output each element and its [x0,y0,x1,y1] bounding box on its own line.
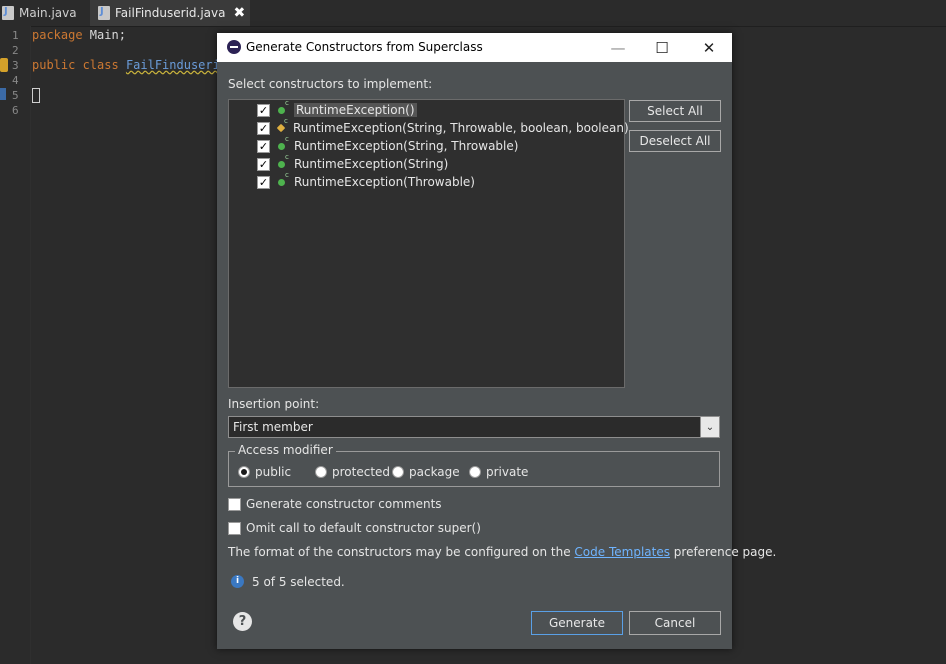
tab-label: Main.java [19,6,77,20]
info-icon: i [231,575,244,588]
constructor-item[interactable]: ✓ RuntimeException() [257,99,417,119]
java-file-icon [98,6,110,20]
code-keyword: public class [32,58,119,72]
insertion-point-label: Insertion point: [228,397,320,411]
generate-constructors-dialog: Generate Constructors from Superclass — … [217,33,776,649]
code-templates-link[interactable]: Code Templates [574,545,670,559]
radio-button[interactable] [469,466,481,478]
line-number: 5 [12,89,19,102]
constructor-overlay-icon [284,171,290,183]
class-name: FailFinduseri [125,58,220,72]
text-caret [32,88,40,103]
selection-marker [0,88,6,100]
radio-package[interactable]: package [392,465,460,479]
constructor-checkbox[interactable]: ✓ [257,139,270,153]
constructor-checkbox[interactable]: ✓ [257,157,270,171]
tab-main-java[interactable]: Main.java [0,0,92,26]
code-line[interactable]: public class FailFinduseri [32,58,220,73]
constructor-overlay-icon [284,153,290,165]
constructor-item[interactable]: ✓ RuntimeException(String, Throwable) [257,135,519,155]
line-number: 6 [12,104,19,117]
line-number: 4 [12,74,19,87]
code-line[interactable]: package Main; [32,28,126,43]
constructor-label: RuntimeException(String, Throwable) [294,139,519,153]
eclipse-icon [227,40,241,54]
deselect-all-button[interactable]: Deselect All [629,130,721,152]
constructor-overlay-icon [283,117,289,129]
radio-public[interactable]: public [238,465,291,479]
format-text: The format of the constructors may be co… [228,545,575,559]
radio-label: package [409,465,460,479]
code-line[interactable] [32,88,40,103]
dialog-titlebar: Generate Constructors from Superclass — … [217,33,732,62]
code-keyword: package [32,28,83,42]
close-button[interactable]: ✕ [686,33,732,62]
checkbox-box[interactable] [228,497,241,511]
minimize-button[interactable]: — [595,33,641,62]
maximize-button[interactable]: ☐ [639,33,685,62]
constructor-list[interactable]: ✓ RuntimeException() ✓ RuntimeException(… [228,99,629,388]
radio-label: private [486,465,529,479]
generate-button[interactable]: Generate [531,611,623,635]
dialog-title: Generate Constructors from Superclass [246,40,483,54]
help-icon[interactable]: ? [233,612,252,631]
constructor-label: RuntimeException(String, Throwable, bool… [293,121,629,135]
radio-label: public [255,465,292,479]
generate-comments-checkbox[interactable]: Generate constructor comments [228,497,442,511]
constructor-checkbox[interactable]: ✓ [257,175,270,189]
constructor-overlay-icon [284,99,290,111]
selection-status: 5 of 5 selected. [252,575,345,589]
constructor-item[interactable]: ✓ RuntimeException(Throwable) [257,171,475,191]
select-all-button[interactable]: Select All [629,100,721,122]
checkbox-box[interactable] [228,521,241,535]
tab-label: FailFinduserid.java [115,6,226,20]
radio-protected[interactable]: protected [315,465,390,479]
radio-label: protected [332,465,391,479]
line-number-gutter [0,26,31,664]
warning-marker-icon[interactable] [0,58,8,72]
tab-failfinduserid-java[interactable]: FailFinduserid.java ✖ [90,0,250,26]
checkbox-label: Generate constructor comments [246,497,442,511]
constructor-label: RuntimeException(String) [294,157,449,171]
chevron-down-icon[interactable]: ⌄ [700,417,719,437]
insertion-point-value: First member [233,420,313,434]
line-number: 3 [12,59,19,72]
checkbox-label: Omit call to default constructor super() [246,521,481,535]
radio-private[interactable]: private [469,465,528,479]
radio-button[interactable] [238,466,250,478]
radio-button[interactable] [392,466,404,478]
line-number: 1 [12,29,19,42]
select-constructors-label: Select constructors to implement: [228,77,433,91]
access-modifier-group: Access modifier public protected package… [228,443,720,487]
editor-tab-bar: Main.java FailFinduserid.java ✖ [0,0,946,27]
java-file-icon [2,6,14,20]
omit-super-checkbox[interactable]: Omit call to default constructor super() [228,521,481,535]
line-number: 2 [12,44,19,57]
format-description: The format of the constructors may be co… [228,545,776,559]
constructor-overlay-icon [284,135,290,147]
close-tab-icon[interactable]: ✖ [234,5,246,21]
constructor-checkbox[interactable]: ✓ [257,121,270,135]
constructor-checkbox[interactable]: ✓ [257,103,270,117]
radio-button[interactable] [315,466,327,478]
code-text: Main; [82,28,126,42]
access-modifier-legend: Access modifier [235,443,336,457]
insertion-point-select[interactable]: First member ⌄ [228,416,720,438]
constructor-item[interactable]: ✓ RuntimeException(String, Throwable, bo… [257,117,629,137]
cancel-button[interactable]: Cancel [629,611,721,635]
constructor-label: RuntimeException(Throwable) [294,175,475,189]
constructor-label: RuntimeException() [294,103,417,117]
format-text: preference page. [669,545,777,559]
